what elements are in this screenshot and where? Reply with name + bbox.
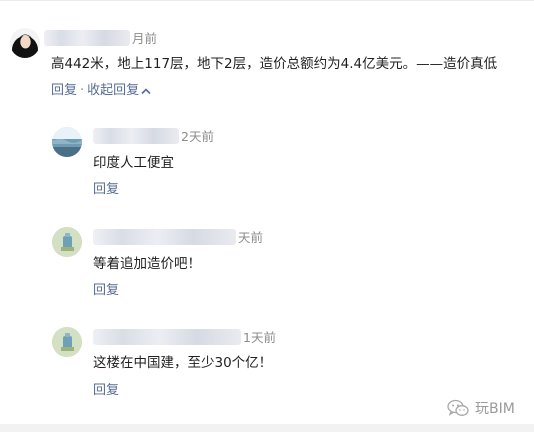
username-blurred[interactable] [93, 329, 241, 345]
reply-text: 印度人工便宜 [93, 155, 174, 171]
reply-button[interactable]: 回复 [93, 383, 119, 399]
comment-time: 月前 [132, 31, 158, 46]
avatar[interactable] [52, 327, 82, 357]
collapse-replies-button[interactable]: 收起回复 [87, 83, 139, 98]
username-blurred[interactable] [93, 128, 179, 144]
comment-text: 高442米，地上117层，地下2层，造价总额约为4.4亿美元。——造价真低 [51, 56, 498, 72]
reply-button[interactable]: 回复 [93, 283, 119, 299]
avatar[interactable] [52, 127, 82, 157]
chevron-up-icon[interactable] [141, 87, 151, 95]
wechat-icon [447, 399, 469, 416]
bottom-bar [0, 424, 534, 432]
watermark: 玩BIM [447, 396, 515, 420]
comment-actions: 回复 · 收起回复 [51, 83, 151, 99]
avatar[interactable] [52, 227, 82, 257]
avatar[interactable] [10, 28, 40, 58]
separator-dot: · [80, 83, 85, 98]
reply-time: 1天前 [243, 330, 276, 345]
username-blurred[interactable] [44, 30, 130, 46]
reply-time: 2天前 [181, 129, 214, 144]
reply-text: 等着追加造价吧！ [93, 256, 201, 272]
reply-button[interactable]: 回复 [51, 83, 77, 98]
watermark-text: 玩BIM [475, 401, 515, 417]
reply-button[interactable]: 回复 [93, 182, 119, 198]
top-divider [0, 0, 534, 1]
username-blurred[interactable] [93, 229, 236, 245]
reply-time: 天前 [238, 230, 264, 245]
reply-text: 这楼在中国建，至少30个亿！ [93, 355, 273, 371]
